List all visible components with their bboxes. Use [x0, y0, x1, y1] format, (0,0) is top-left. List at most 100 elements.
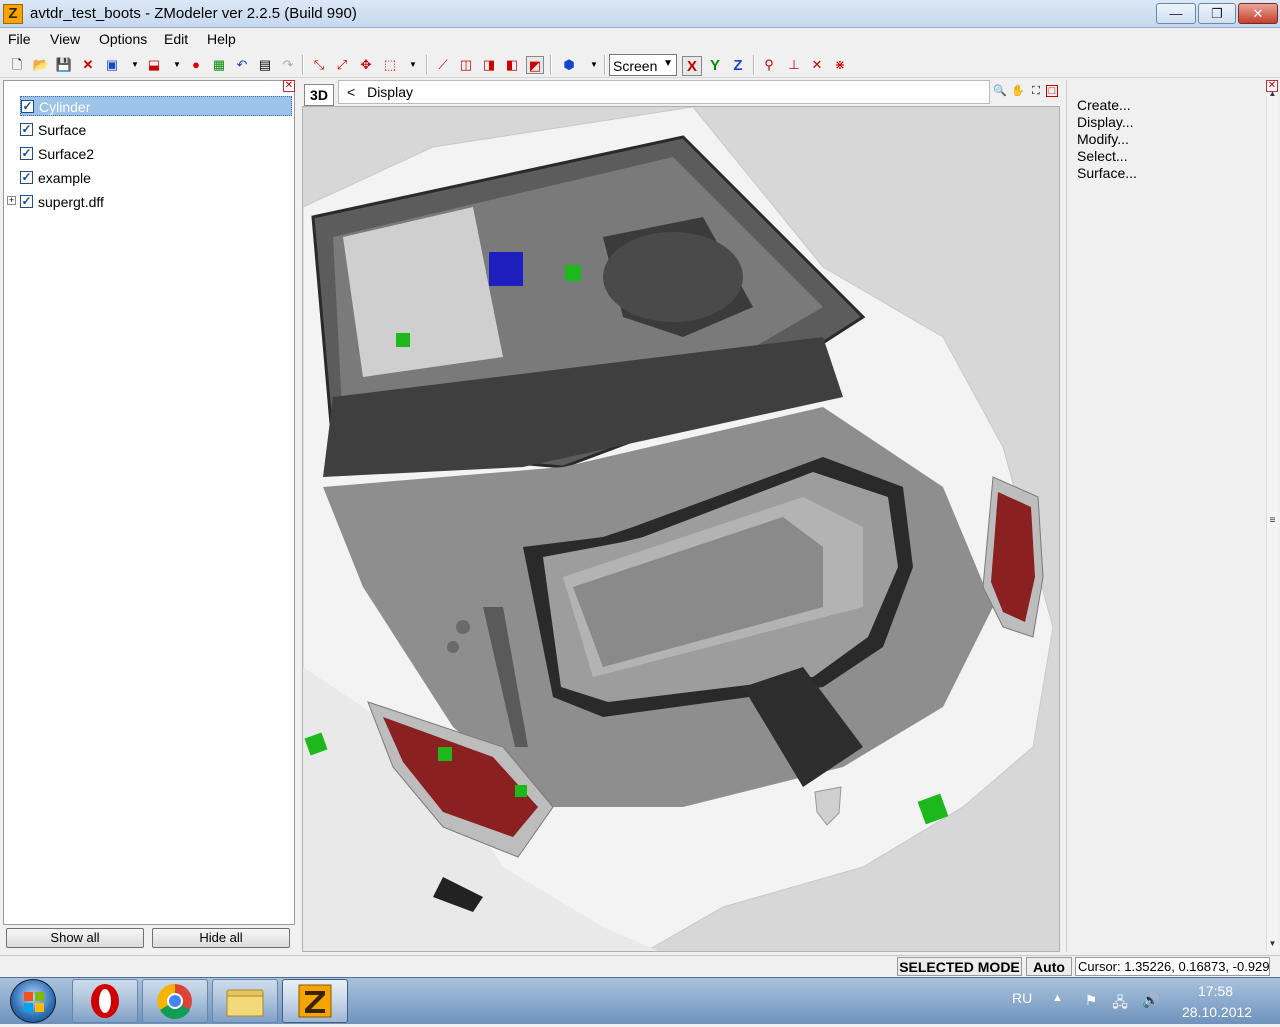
- tree-item[interactable]: ✓ Cylinder: [20, 96, 292, 116]
- dropdown-arrow-icon[interactable]: ▼: [404, 56, 422, 74]
- visibility-checkbox[interactable]: ✓: [20, 195, 33, 208]
- start-button[interactable]: [10, 979, 56, 1023]
- coordinate-system-select[interactable]: Screen ▼: [609, 54, 677, 76]
- notes-icon[interactable]: ▤: [256, 56, 274, 74]
- object-mode-icon[interactable]: ◩: [526, 56, 544, 74]
- visibility-checkbox[interactable]: ✓: [21, 100, 34, 113]
- expand-icon[interactable]: +: [7, 196, 16, 205]
- open-folder-icon[interactable]: 📂: [32, 56, 50, 74]
- window-title: avtdr_test_boots - ZModeler ver 2.2.5 (B…: [30, 5, 357, 22]
- menu-edit[interactable]: Edit: [164, 31, 188, 47]
- face-mode-icon[interactable]: ◨: [480, 56, 498, 74]
- dropdown-arrow-icon[interactable]: ▼: [585, 56, 603, 74]
- tree-item-label: supergt.dff: [38, 194, 104, 210]
- menu-view[interactable]: View: [50, 31, 80, 47]
- select-vertex-icon[interactable]: ⤡: [310, 56, 328, 74]
- status-cursor-coordinates: Cursor: 1.35226, 0.16873, -0.929: [1075, 957, 1270, 976]
- app-icon[interactable]: Z: [3, 4, 23, 24]
- axis-constraint-icon[interactable]: ⊥: [785, 56, 803, 74]
- tree-item[interactable]: ✓ supergt.dff: [20, 192, 292, 212]
- action-center-flag-icon[interactable]: ⚑: [1082, 992, 1100, 1010]
- move-icon[interactable]: ✥: [357, 56, 375, 74]
- edge-mode-icon[interactable]: ◫: [457, 56, 475, 74]
- close-button[interactable]: ✕: [1238, 3, 1278, 24]
- 3d-viewport[interactable]: [302, 106, 1060, 952]
- axis-y-toggle[interactable]: Y: [705, 56, 725, 76]
- record-icon[interactable]: ●: [187, 56, 205, 74]
- clock-time[interactable]: 17:58: [1198, 983, 1233, 999]
- show-hidden-icons-icon[interactable]: ▲: [1052, 992, 1063, 1004]
- command-item[interactable]: Surface...: [1077, 165, 1137, 181]
- chevron-down-icon: ▼: [663, 58, 673, 69]
- menu-options[interactable]: Options: [99, 31, 147, 47]
- scroll-up-icon[interactable]: ▲: [1267, 88, 1278, 99]
- visibility-checkbox[interactable]: ✓: [20, 171, 33, 184]
- menu-help[interactable]: Help: [207, 31, 236, 47]
- title-bar: Z avtdr_test_boots - ZModeler ver 2.2.5 …: [0, 0, 1280, 28]
- fit-view-icon[interactable]: ⛶: [1028, 83, 1044, 99]
- tree-item[interactable]: ✓ Surface2: [20, 144, 292, 164]
- viewport-mode-tag[interactable]: 3D: [304, 84, 334, 106]
- export-icon[interactable]: ⬓: [145, 56, 163, 74]
- toolbar-separator: [550, 55, 552, 75]
- scroll-grip-icon[interactable]: ≡: [1267, 515, 1278, 526]
- delete-icon[interactable]: ✕: [79, 56, 97, 74]
- taskbar-explorer[interactable]: [212, 979, 278, 1023]
- close-icon[interactable]: ✕: [283, 80, 295, 92]
- status-auto[interactable]: Auto: [1026, 957, 1072, 976]
- scroll-down-icon[interactable]: ▼: [1267, 938, 1278, 949]
- dropdown-arrow-icon[interactable]: ▼: [168, 56, 186, 74]
- pan-hand-icon[interactable]: ✋: [1010, 83, 1026, 99]
- new-file-icon[interactable]: 🗋: [8, 56, 26, 74]
- toolbar-separator: [302, 55, 304, 75]
- vertex-mode-icon[interactable]: ⟋: [434, 56, 452, 74]
- tree-item[interactable]: ✓ example: [20, 168, 292, 188]
- visibility-checkbox[interactable]: ✓: [20, 123, 33, 136]
- display-tab[interactable]: < Display: [338, 80, 990, 104]
- volume-icon[interactable]: 🔊: [1142, 992, 1160, 1010]
- network-icon[interactable]: 🖧: [1111, 992, 1129, 1010]
- menu-file[interactable]: File: [8, 31, 31, 47]
- axis-x-toggle[interactable]: X: [682, 56, 702, 76]
- maximize-button[interactable]: ❐: [1198, 3, 1236, 24]
- select-polygon-icon[interactable]: ⤢: [333, 56, 351, 74]
- taskbar-chrome[interactable]: [142, 979, 208, 1023]
- toolbar-separator: [753, 55, 755, 75]
- clock-date[interactable]: 28.10.2012: [1182, 1004, 1252, 1020]
- minimize-button[interactable]: —: [1156, 3, 1196, 24]
- command-item[interactable]: Select...: [1077, 148, 1128, 164]
- maximize-view-icon[interactable]: □: [1046, 85, 1058, 97]
- redo-icon[interactable]: ↷: [279, 56, 297, 74]
- tree-item[interactable]: ✓ Surface: [20, 120, 292, 140]
- import-icon[interactable]: ▣: [103, 56, 121, 74]
- car-model-render: [303, 107, 1059, 951]
- taskbar-opera[interactable]: [72, 979, 138, 1023]
- texture-icon[interactable]: ▦: [210, 56, 228, 74]
- folder-icon: [226, 989, 264, 1017]
- axis-z-toggle[interactable]: Z: [728, 56, 748, 76]
- menu-bar: File View Options Edit Help: [0, 28, 1280, 52]
- save-icon[interactable]: 💾: [55, 56, 73, 74]
- command-panel: [1066, 80, 1266, 952]
- element-mode-icon[interactable]: ◧: [503, 56, 521, 74]
- snap-icon[interactable]: ⚲: [760, 56, 778, 74]
- windows-logo-icon: [24, 992, 44, 1012]
- taskbar-zmodeler[interactable]: [282, 979, 348, 1023]
- undo-icon[interactable]: ↶: [233, 56, 251, 74]
- tree-item-label: Surface: [38, 122, 87, 138]
- tree-item-label: example: [38, 170, 91, 186]
- visibility-checkbox[interactable]: ✓: [20, 147, 33, 160]
- command-item[interactable]: Create...: [1077, 97, 1131, 113]
- show-all-button[interactable]: Show all: [6, 928, 144, 948]
- shield-icon[interactable]: ⬢: [560, 56, 578, 74]
- axis-cross-icon[interactable]: ✕: [808, 56, 826, 74]
- command-item[interactable]: Display...: [1077, 114, 1134, 130]
- command-item[interactable]: Modify...: [1077, 131, 1129, 147]
- axis-plane-icon[interactable]: ⋇: [831, 56, 849, 74]
- language-indicator[interactable]: RU: [1012, 990, 1032, 1006]
- dropdown-arrow-icon[interactable]: ▼: [126, 56, 144, 74]
- chrome-icon: [157, 983, 192, 1019]
- hide-all-button[interactable]: Hide all: [152, 928, 290, 948]
- zoom-icon[interactable]: 🔍: [992, 83, 1008, 99]
- object-icon[interactable]: ⬚: [381, 56, 399, 74]
